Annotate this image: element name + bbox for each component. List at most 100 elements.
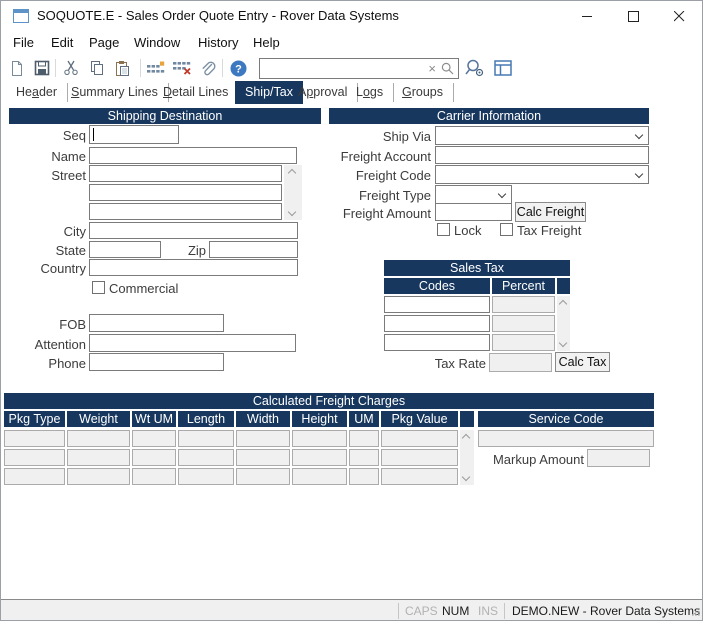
calc-tax-button[interactable]: Calc Tax bbox=[555, 352, 610, 372]
zip-input[interactable] bbox=[209, 241, 298, 258]
tax-rate-label: Tax Rate bbox=[396, 356, 486, 371]
tax-code-input-row1[interactable] bbox=[384, 296, 490, 313]
ship-via-label: Ship Via bbox=[331, 129, 431, 144]
ship-via-select[interactable] bbox=[435, 126, 649, 145]
shipping-destination-header: Shipping Destination bbox=[9, 108, 321, 124]
tax-percent-cell-row2 bbox=[492, 315, 555, 332]
status-bar: CAPS NUM INS DEMO.NEW - Rover Data Syste… bbox=[1, 599, 702, 621]
tab-groups[interactable]: Groups bbox=[392, 83, 454, 102]
menu-help[interactable]: Help bbox=[253, 35, 280, 50]
sales-tax-scrollbar[interactable] bbox=[557, 296, 570, 351]
name-input[interactable] bbox=[89, 147, 297, 164]
seq-input[interactable] bbox=[89, 125, 179, 144]
country-input[interactable] bbox=[89, 259, 298, 276]
freight-code-select[interactable] bbox=[435, 165, 649, 184]
menu-edit[interactable]: Edit bbox=[51, 35, 73, 50]
toolbar-separator bbox=[222, 59, 223, 77]
search-input[interactable] bbox=[262, 60, 430, 77]
close-button[interactable] bbox=[656, 1, 702, 31]
tab-header[interactable]: Header bbox=[6, 83, 68, 102]
percent-column-header: Percent bbox=[492, 278, 555, 294]
height-cell bbox=[292, 468, 347, 485]
menu-bar: File Edit Page Window History Help bbox=[1, 31, 702, 54]
menu-page[interactable]: Page bbox=[89, 35, 119, 50]
length-column-header: Length bbox=[178, 411, 234, 427]
street-line1-input[interactable] bbox=[89, 165, 282, 182]
wt-um-cell bbox=[132, 468, 176, 485]
menu-window[interactable]: Window bbox=[134, 35, 180, 50]
street-line3-input[interactable] bbox=[89, 203, 282, 220]
tax-code-input-row2[interactable] bbox=[384, 315, 490, 332]
window-layout-icon[interactable] bbox=[492, 57, 514, 79]
street-line2-input[interactable] bbox=[89, 184, 282, 201]
freight-grid-scrollbar[interactable] bbox=[460, 430, 474, 485]
pkg-value-cell bbox=[381, 468, 458, 485]
weight-cell bbox=[67, 468, 130, 485]
copy-icon[interactable] bbox=[86, 57, 108, 79]
wt-um-column-header: Wt UM bbox=[132, 411, 176, 427]
city-label: City bbox=[11, 224, 86, 239]
city-input[interactable] bbox=[89, 222, 298, 239]
tab-detail-lines[interactable]: Detail Lines bbox=[153, 83, 239, 102]
caps-lock-indicator: CAPS bbox=[405, 604, 438, 618]
svg-text:?: ? bbox=[235, 63, 242, 75]
freight-type-select[interactable] bbox=[435, 185, 512, 204]
commercial-checkbox[interactable] bbox=[92, 281, 105, 294]
fob-input[interactable] bbox=[89, 314, 224, 332]
commercial-label: Commercial bbox=[109, 281, 178, 296]
help-icon[interactable]: ? bbox=[227, 57, 249, 79]
length-cell bbox=[178, 430, 234, 447]
paste-icon[interactable] bbox=[111, 57, 133, 79]
toolbar-search: × bbox=[259, 58, 459, 79]
chevron-down-icon bbox=[635, 131, 643, 139]
title-bar[interactable]: SOQUOTE.E - Sales Order Quote Entry - Ro… bbox=[1, 1, 702, 31]
menu-file[interactable]: File bbox=[13, 35, 34, 50]
freight-account-input[interactable] bbox=[435, 146, 649, 164]
search-icon[interactable] bbox=[441, 62, 454, 78]
cut-icon[interactable] bbox=[60, 57, 82, 79]
menu-history[interactable]: History bbox=[198, 35, 238, 50]
freight-amount-input[interactable] bbox=[435, 203, 512, 221]
text-caret bbox=[93, 128, 94, 141]
tax-freight-checkbox[interactable] bbox=[500, 223, 513, 236]
lookup-icon[interactable] bbox=[464, 57, 486, 79]
state-label: State bbox=[11, 243, 86, 258]
calc-freight-button[interactable]: Calc Freight bbox=[515, 202, 586, 222]
attention-label: Attention bbox=[11, 337, 86, 352]
tax-percent-cell-row3 bbox=[492, 334, 555, 351]
phone-input[interactable] bbox=[89, 353, 224, 371]
freight-account-label: Freight Account bbox=[331, 149, 431, 164]
um-column-header: UM bbox=[349, 411, 379, 427]
maximize-button[interactable] bbox=[610, 1, 656, 31]
tab-logs[interactable]: Logs bbox=[346, 83, 394, 102]
um-cell bbox=[349, 468, 379, 485]
name-label: Name bbox=[11, 149, 86, 164]
delete-rows-icon[interactable] bbox=[171, 57, 193, 79]
tax-code-input-row3[interactable] bbox=[384, 334, 490, 351]
chevron-down-icon bbox=[635, 170, 643, 178]
lock-checkbox[interactable] bbox=[437, 223, 450, 236]
service-code-column-header: Service Code bbox=[478, 411, 654, 427]
attention-input[interactable] bbox=[89, 334, 296, 352]
sales-tax-header: Sales Tax bbox=[384, 260, 570, 276]
insert-rows-icon[interactable] bbox=[145, 57, 167, 79]
freight-charges-header: Calculated Freight Charges bbox=[4, 393, 654, 409]
scrollbar-column-header bbox=[460, 411, 474, 427]
clear-search-icon[interactable]: × bbox=[428, 61, 436, 76]
resize-grip[interactable] bbox=[691, 605, 700, 619]
scrollbar-column-header bbox=[557, 278, 570, 294]
minimize-button[interactable] bbox=[564, 1, 610, 31]
window-title: SOQUOTE.E - Sales Order Quote Entry - Ro… bbox=[37, 8, 399, 23]
status-separator bbox=[398, 603, 399, 619]
save-icon[interactable] bbox=[31, 57, 53, 79]
street-scrollbar[interactable] bbox=[284, 165, 302, 220]
attachment-icon[interactable] bbox=[197, 57, 219, 79]
num-lock-indicator: NUM bbox=[442, 604, 469, 618]
new-document-icon[interactable] bbox=[6, 57, 28, 79]
wt-um-cell bbox=[132, 430, 176, 447]
pkg-value-column-header: Pkg Value bbox=[381, 411, 458, 427]
weight-cell bbox=[67, 449, 130, 466]
lock-label: Lock bbox=[454, 223, 481, 238]
pkg-value-cell bbox=[381, 430, 458, 447]
freight-code-label: Freight Code bbox=[331, 168, 431, 183]
